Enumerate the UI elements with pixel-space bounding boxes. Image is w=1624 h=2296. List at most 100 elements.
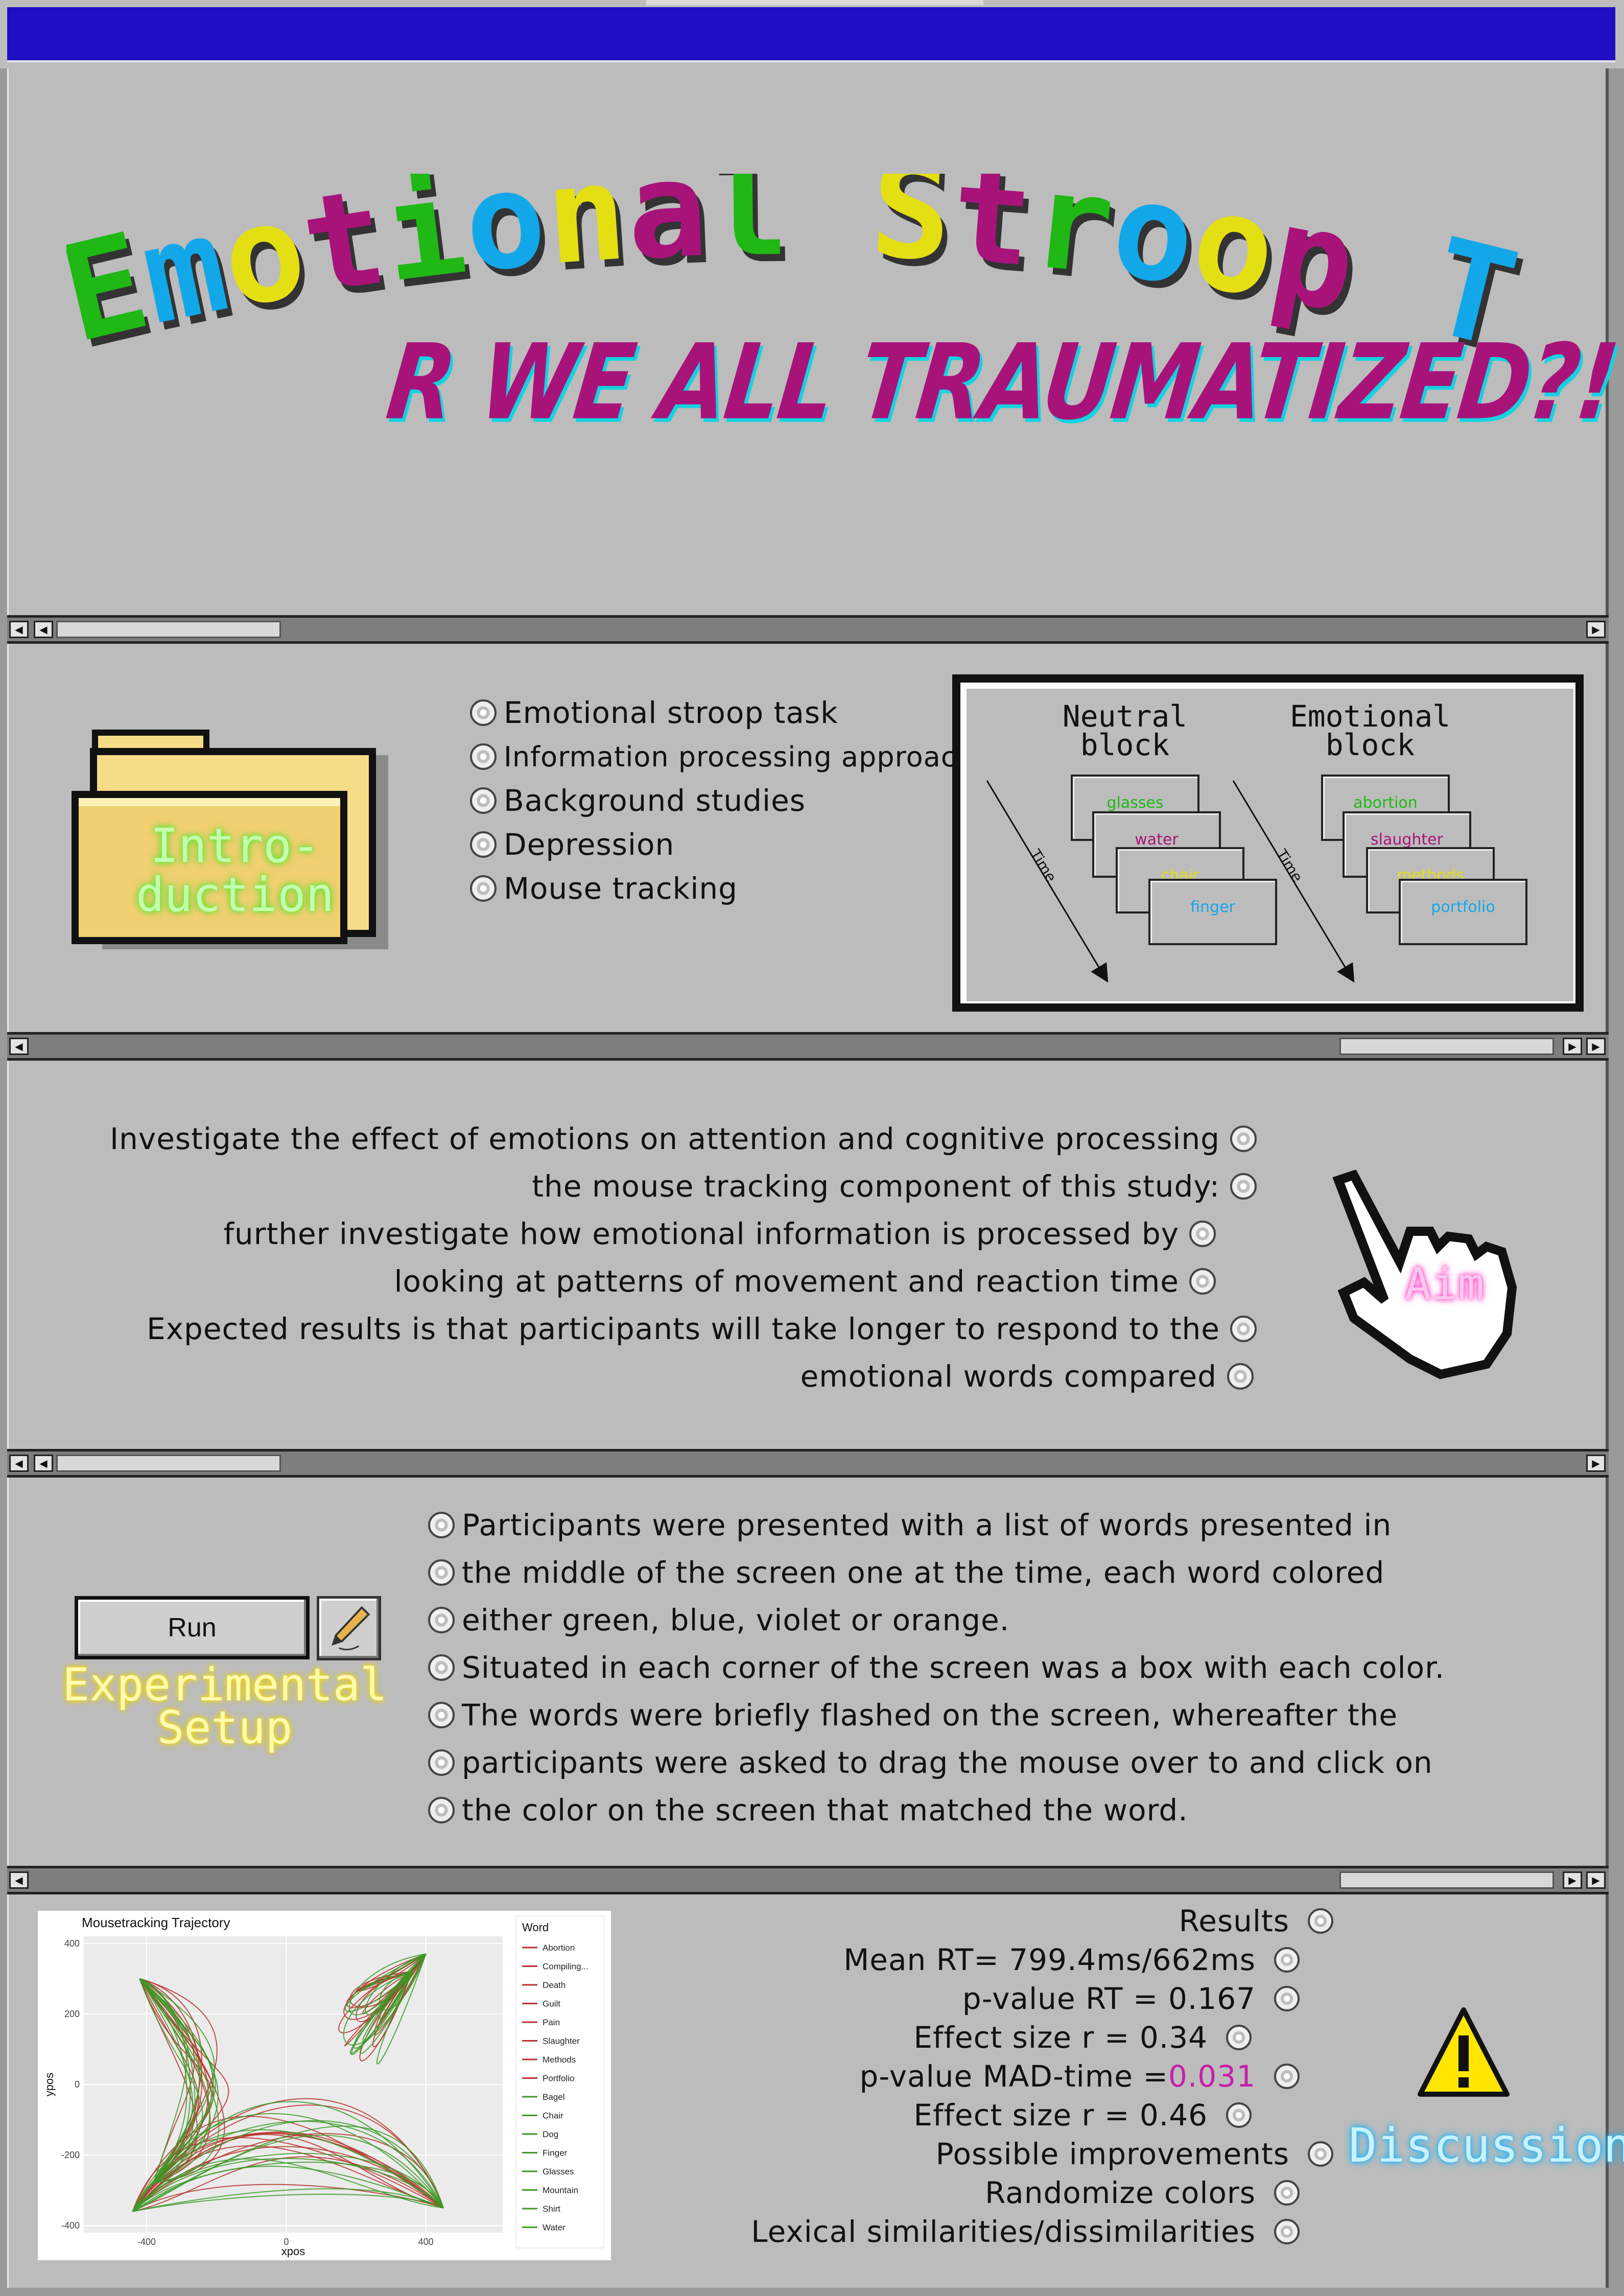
setup-item-text: The words were briefly flashed on the sc… — [462, 1697, 1398, 1732]
aim-item-text: Expected results is that participants wi… — [147, 1311, 1220, 1346]
disc-bullet-icon — [470, 875, 497, 902]
setup-item: participants were asked to drag the mous… — [428, 1739, 1445, 1786]
results-list: Results Mean RT= 799.4ms/662ms p-value R… — [695, 1902, 1333, 2251]
aim-item-text: Investigate the effect of emotions on at… — [110, 1121, 1220, 1156]
disc-bullet-icon — [1226, 2102, 1252, 2128]
result-item: Lexical similarities/dissimilarities — [695, 2212, 1333, 2251]
scroll-right-button-2[interactable]: ▶ — [1563, 1038, 1582, 1055]
result-item-text: p-value RT = 0.167 — [962, 1981, 1256, 2016]
window-titlebar[interactable] — [0, 0, 1624, 68]
horizontal-scrollbar-2[interactable]: ◀ ▶ ▶ — [7, 1032, 1609, 1061]
intro-item: Information processing approach — [470, 735, 975, 779]
disc-bullet-icon — [1226, 2025, 1252, 2050]
result-item-text: Effect size r = 0.34 — [913, 2020, 1208, 2055]
y-tick-label: -400 — [61, 2220, 80, 2231]
scroll-left-button[interactable]: ◀ — [9, 621, 29, 638]
titlebar-tab[interactable] — [646, 0, 983, 5]
horizontal-scrollbar-1[interactable]: ◀ ◀ ▶ — [7, 615, 1609, 644]
disc-bullet-icon — [1274, 2219, 1300, 2244]
experimental-setup-label: Experimental Setup — [62, 1658, 387, 1754]
title-letter: a — [624, 174, 710, 289]
result-item-text: p-value MAD-time = — [859, 2059, 1168, 2094]
setup-item: the color on the screen that matched the… — [428, 1786, 1445, 1834]
disc-bullet-icon — [470, 699, 497, 726]
setup-item-text: participants were asked to drag the mous… — [462, 1745, 1433, 1780]
discussion-label: Discussion — [1349, 2118, 1624, 2173]
aim-item: Expected results is that participants wi… — [20, 1305, 1257, 1352]
aim-list: Investigate the effect of emotions on at… — [20, 1115, 1257, 1400]
warning-icon[interactable] — [1415, 2005, 1512, 2102]
scroll-right-button[interactable]: ▶ — [1586, 621, 1606, 638]
scroll-thumb[interactable] — [1339, 1871, 1554, 1889]
scroll-thumb[interactable] — [1339, 1038, 1554, 1055]
horizontal-scrollbar-3[interactable]: ◀ ◀ ▶ — [7, 1449, 1609, 1478]
y-tick-label: 200 — [64, 2009, 80, 2019]
title-letter: r — [1025, 174, 1121, 305]
legend-label: Guilt — [543, 1999, 560, 2009]
scroll-thumb[interactable] — [56, 1455, 281, 1472]
aim-item: the mouse tracking component of this stu… — [20, 1162, 1257, 1210]
title-letter: s — [66, 174, 106, 205]
scroll-left-button[interactable]: ◀ — [9, 1455, 29, 1472]
disc-bullet-icon — [1274, 2180, 1300, 2206]
p-value-highlight: 0.031 — [1168, 2059, 1256, 2094]
scroll-right-button[interactable]: ▶ — [1586, 1871, 1606, 1889]
aim-label: Aim — [1405, 1259, 1485, 1310]
intro-item: Depression — [470, 823, 975, 866]
legend-label: Bagel — [543, 2092, 564, 2102]
result-item: Randomize colors — [695, 2173, 1333, 2212]
scroll-right-button[interactable]: ▶ — [1586, 1038, 1606, 1055]
scroll-right-button-2[interactable]: ▶ — [1563, 1871, 1582, 1889]
pencil-icon — [332, 1606, 370, 1651]
title-letter: k — [66, 174, 106, 205]
scroll-left-button[interactable]: ◀ — [9, 1871, 29, 1889]
intro-item: Background studies — [470, 779, 975, 823]
diagram-canvas: Neutral block Emotional block Time Time … — [967, 689, 1573, 1001]
scroll-right-button[interactable]: ▶ — [1586, 1455, 1606, 1472]
disc-bullet-icon — [428, 1796, 455, 1823]
legend-label: Abortion — [543, 1943, 575, 1953]
legend-label: Water — [543, 2223, 566, 2233]
scroll-left-button-2[interactable]: ◀ — [34, 1455, 53, 1472]
subtitle: R WE ALL TRAUMATIZED?! — [381, 322, 1622, 443]
result-item-text: Lexical similarities/dissimilarities — [751, 2214, 1256, 2249]
disc-bullet-icon — [1227, 1363, 1254, 1390]
title-letter: S — [867, 174, 955, 291]
disc-bullet-icon — [1308, 2141, 1333, 2167]
disc-bullet-icon — [1230, 1315, 1257, 1342]
trajectory-chart-svg: Mousetracking Trajectory -400 0 4004002000… — [43, 1915, 604, 2258]
edit-button[interactable] — [317, 1596, 381, 1660]
result-item-text: Effect size r = 0.46 — [913, 2098, 1208, 2133]
disc-bullet-icon — [1230, 1173, 1257, 1200]
setup-item: either green, blue, violet or orange. — [428, 1596, 1445, 1644]
scroll-thumb[interactable] — [56, 621, 281, 638]
legend-label: Methods — [543, 2055, 576, 2065]
result-item: Possible improvements — [695, 2135, 1333, 2173]
intro-item-text: Information processing approach — [504, 740, 975, 773]
intro-item: Emotional stroop task — [470, 691, 975, 735]
run-button[interactable]: Run — [75, 1596, 310, 1659]
aim-item-text: emotional words compared — [800, 1358, 1217, 1394]
result-item: p-value MAD-time = 0.031 — [695, 2057, 1333, 2096]
folder-icon[interactable]: Intro-duction — [72, 704, 388, 949]
disc-bullet-icon — [1230, 1125, 1257, 1152]
legend-label: Dog — [543, 2129, 558, 2139]
scroll-left-button-2[interactable]: ◀ — [34, 621, 53, 638]
title-letter: l — [708, 174, 790, 286]
legend-label: Shirt — [543, 2204, 560, 2214]
result-item: p-value RT = 0.167 — [695, 1979, 1333, 2018]
result-item-text: Randomize colors — [985, 2175, 1256, 2210]
setup-item-text: Participants were presented with a list … — [462, 1507, 1392, 1542]
result-item: Mean RT= 799.4ms/662ms — [695, 1940, 1333, 1979]
setup-item: The words were briefly flashed on the sc… — [428, 1691, 1445, 1739]
intro-item: Mouse tracking — [470, 866, 975, 910]
disc-bullet-icon — [1274, 2064, 1300, 2089]
legend-label: Portfolio — [543, 2074, 574, 2083]
title-letter: t — [947, 174, 1038, 297]
aim-item-text: further investigate how emotional inform… — [223, 1216, 1179, 1251]
scroll-left-button[interactable]: ◀ — [9, 1038, 29, 1055]
legend-title: Word — [522, 1921, 549, 1934]
legend-label: Mountain — [543, 2186, 578, 2195]
disc-bullet-icon — [470, 787, 497, 814]
horizontal-scrollbar-4[interactable]: ◀ ▶ ▶ — [7, 1866, 1609, 1894]
